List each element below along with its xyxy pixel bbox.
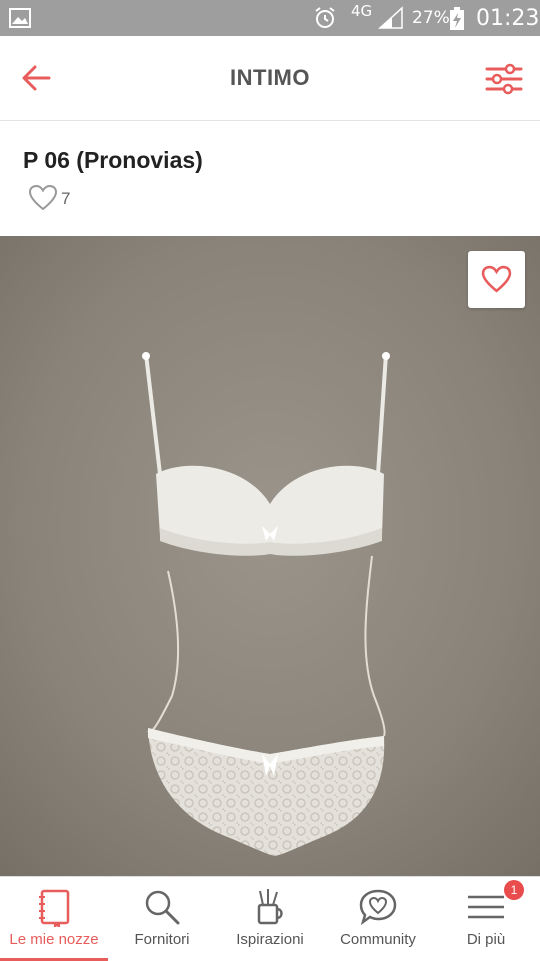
nav-item-fornitori[interactable]: Fornitori: [108, 877, 216, 961]
nav-label: Community: [340, 931, 416, 948]
notification-badge: 1: [504, 880, 524, 900]
signal-icon: [378, 6, 403, 29]
alarm-icon: [315, 7, 335, 28]
chat-heart-icon: [359, 889, 397, 926]
filter-button[interactable]: [484, 60, 524, 96]
likes-count: 7: [61, 189, 71, 208]
heart-outline-icon: [28, 184, 58, 211]
lingerie-illustration: [0, 236, 540, 876]
search-icon: [145, 890, 180, 925]
product-title: P 06 (Pronovias): [23, 147, 203, 173]
bottom-nav: Le mie nozze Fornitori Ispirazioni Commu…: [0, 876, 540, 961]
product-photo[interactable]: [0, 236, 540, 876]
app-header: INTIMO: [0, 36, 540, 121]
battery-icon: [450, 7, 464, 30]
gallery-icon: [9, 8, 31, 28]
status-bar: 4G 27% 01:23: [0, 0, 540, 36]
nav-label: Fornitori: [134, 931, 190, 948]
nav-item-le-mie-nozze[interactable]: Le mie nozze: [0, 877, 108, 961]
network-label: 4G: [351, 2, 373, 20]
pencil-cup-icon: [257, 889, 283, 925]
sliders-icon: [485, 63, 523, 95]
favorite-button[interactable]: [468, 251, 525, 308]
page-title: INTIMO: [230, 65, 310, 90]
clock: 01:23: [476, 6, 540, 31]
notebook-icon: [39, 889, 70, 927]
nav-label: Di più: [466, 931, 506, 948]
battery-percent: 27%: [412, 8, 450, 28]
heart-icon: [481, 265, 512, 293]
nav-label: Ispirazioni: [236, 931, 304, 948]
nav-item-community[interactable]: Community: [324, 877, 432, 961]
nav-item-ispirazioni[interactable]: Ispirazioni: [216, 877, 324, 961]
menu-icon: [468, 895, 504, 919]
nav-label: Le mie nozze: [9, 931, 99, 948]
